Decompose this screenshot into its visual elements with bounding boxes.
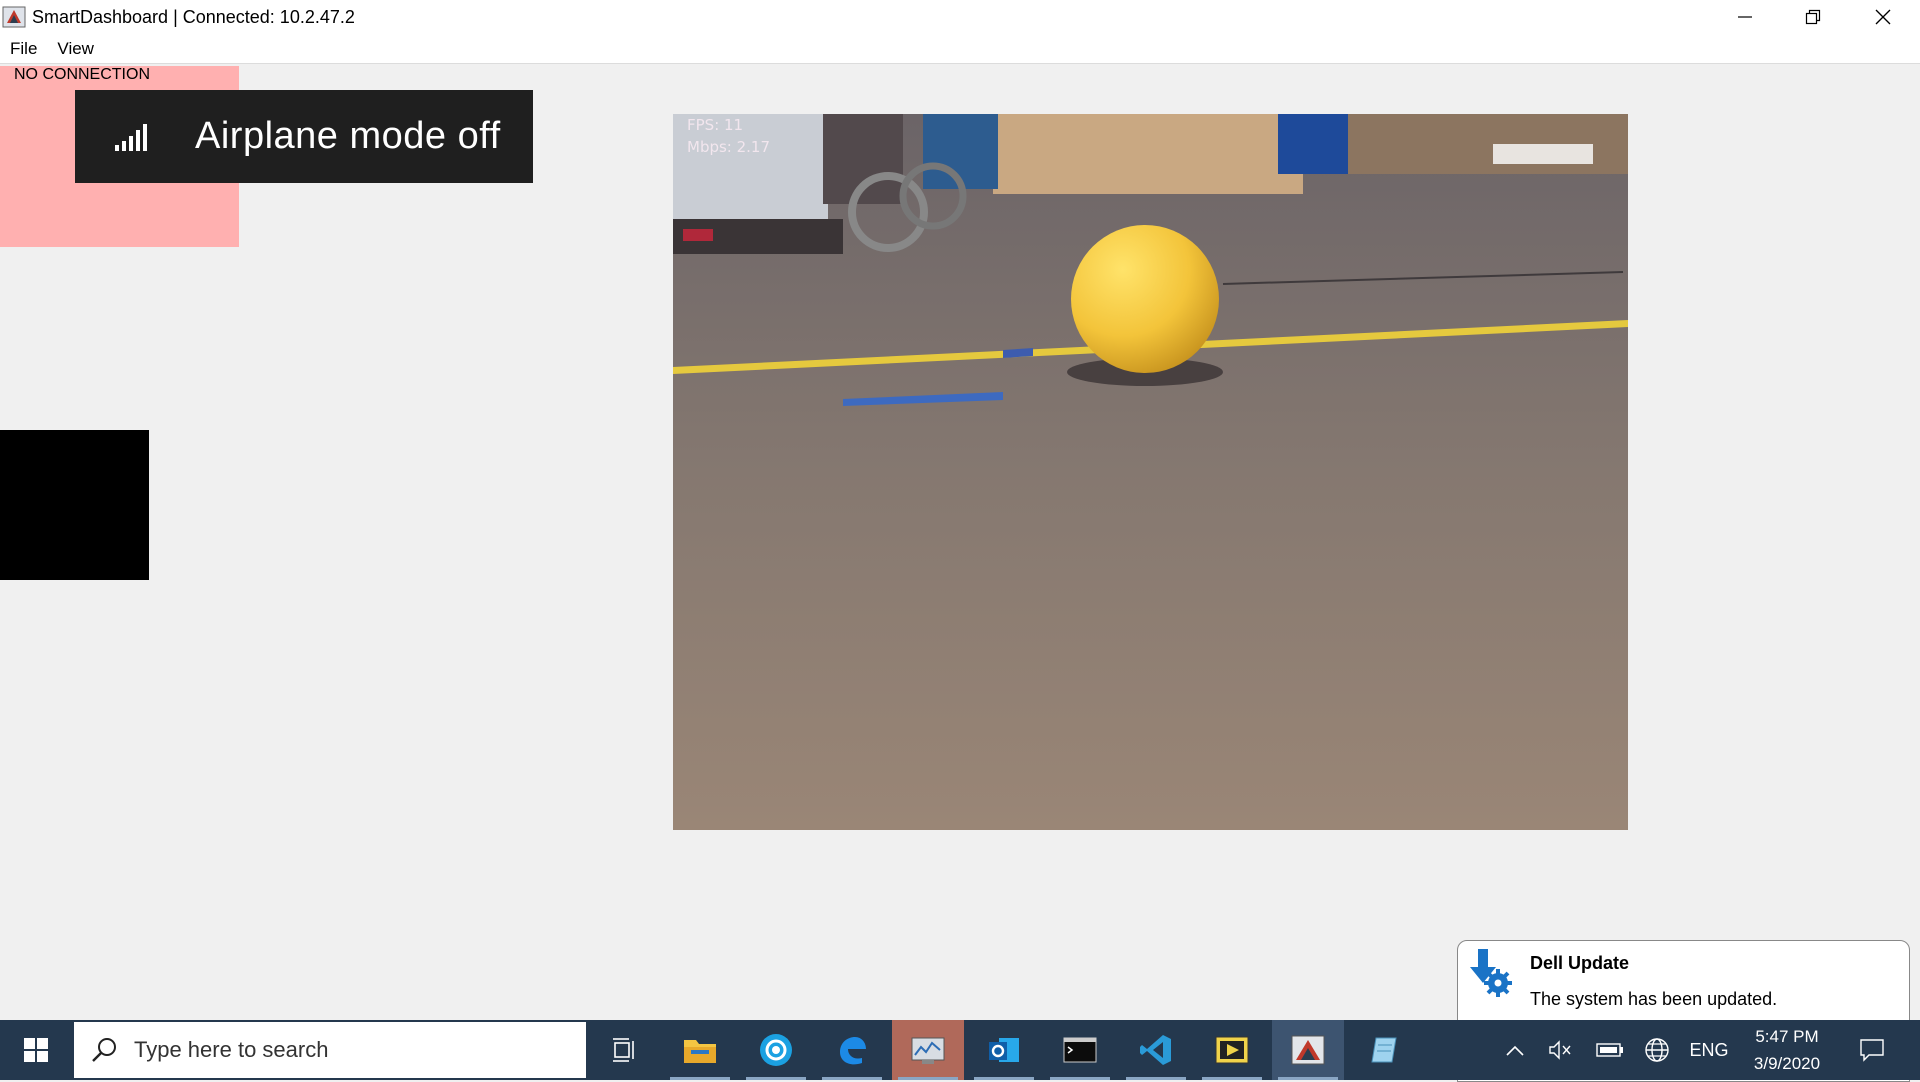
tray-volume[interactable]: [1545, 1020, 1575, 1080]
tray-network[interactable]: [1640, 1020, 1674, 1080]
dell-update-body: The system has been updated.: [1530, 989, 1778, 1009]
airplane-mode-toast: Airplane mode off: [75, 90, 533, 183]
smartdashboard-icon: [1291, 1035, 1325, 1065]
taskbar-outlook[interactable]: [968, 1020, 1040, 1080]
windows-logo-icon: [24, 1038, 48, 1062]
fps-readout: FPS: 11: [687, 116, 744, 134]
taskbar-search-box[interactable]: Type here to search: [74, 1022, 586, 1078]
title-bar: SmartDashboard | Connected: 10.2.47.2: [0, 0, 1920, 34]
signal-bars-icon: [115, 123, 147, 151]
minimize-button[interactable]: [1710, 0, 1780, 34]
taskbar-edge[interactable]: [816, 1020, 888, 1080]
restore-button[interactable]: [1778, 0, 1848, 34]
dell-update-icon: [1470, 949, 1512, 997]
taskbar-labview[interactable]: [1196, 1020, 1268, 1080]
tray-battery[interactable]: [1593, 1020, 1627, 1080]
taskbar-camera-app[interactable]: [740, 1020, 812, 1080]
connection-status-label: NO CONNECTION: [14, 66, 150, 83]
search-placeholder: Type here to search: [134, 1037, 329, 1062]
volume-muted-icon: [1549, 1040, 1571, 1060]
file-explorer-icon: [684, 1040, 716, 1063]
restore-icon: [1805, 9, 1821, 25]
camera-stats: FPS: 11 Mbps: 2.17: [687, 114, 770, 158]
airplane-mode-text: Airplane mode off: [195, 115, 501, 157]
chevron-up-icon: [1506, 1045, 1524, 1056]
edge-icon: [840, 1037, 866, 1065]
black-widget[interactable]: [0, 430, 149, 580]
menu-file[interactable]: File: [0, 39, 47, 59]
battery-icon: [1596, 1043, 1623, 1057]
clock-date: 3/9/2020: [1753, 1054, 1821, 1073]
taskbar-clock[interactable]: 5:47 PM 3/9/2020: [1740, 1020, 1834, 1080]
dell-update-title: Dell Update: [1530, 953, 1630, 973]
taskbar-smartdashboard[interactable]: [1272, 1020, 1344, 1080]
taskbar-terminal[interactable]: [1044, 1020, 1116, 1080]
taskbar-vscode[interactable]: [1120, 1020, 1192, 1080]
camera-image: [673, 114, 1628, 830]
globe-icon: [1645, 1038, 1669, 1062]
language-indicator: ENG: [1689, 1039, 1729, 1060]
vscode-icon: [1140, 1035, 1171, 1065]
search-icon: [92, 1038, 116, 1062]
task-view-icon: [613, 1038, 634, 1062]
task-view-button[interactable]: [588, 1020, 660, 1080]
terminal-icon: [1063, 1037, 1097, 1063]
minimize-icon: [1738, 16, 1752, 18]
taskbar-notepad[interactable]: [1348, 1020, 1420, 1080]
notification-icon: [1860, 1039, 1884, 1062]
taskbar-file-explorer[interactable]: [664, 1020, 736, 1080]
action-center-button[interactable]: [1850, 1020, 1894, 1080]
tray-language[interactable]: ENG: [1684, 1020, 1734, 1080]
camera-stream[interactable]: FPS: 11 Mbps: 2.17: [673, 114, 1628, 830]
notepad-icon: [1371, 1037, 1397, 1063]
labview-icon: [1215, 1036, 1249, 1064]
menu-bar: File View: [0, 34, 1920, 64]
menu-view[interactable]: View: [47, 39, 104, 59]
start-button[interactable]: [0, 1020, 72, 1080]
taskbar: Type here to search ENG 5:47 PM 3/9/2020: [0, 1020, 1920, 1080]
smartdashboard-app-icon: [2, 6, 26, 28]
mbps-readout: Mbps: 2.17: [687, 138, 771, 156]
tray-show-hidden[interactable]: [1500, 1020, 1530, 1080]
close-icon: [1875, 9, 1891, 25]
outlook-icon: [989, 1038, 1019, 1062]
close-button[interactable]: [1848, 0, 1918, 34]
window-title: SmartDashboard | Connected: 10.2.47.2: [32, 6, 355, 27]
camera-app-icon: [760, 1034, 792, 1066]
taskbar-driver-station[interactable]: [892, 1020, 964, 1080]
clock-time: 5:47 PM: [1755, 1027, 1819, 1046]
driver-station-icon: [911, 1037, 945, 1064]
